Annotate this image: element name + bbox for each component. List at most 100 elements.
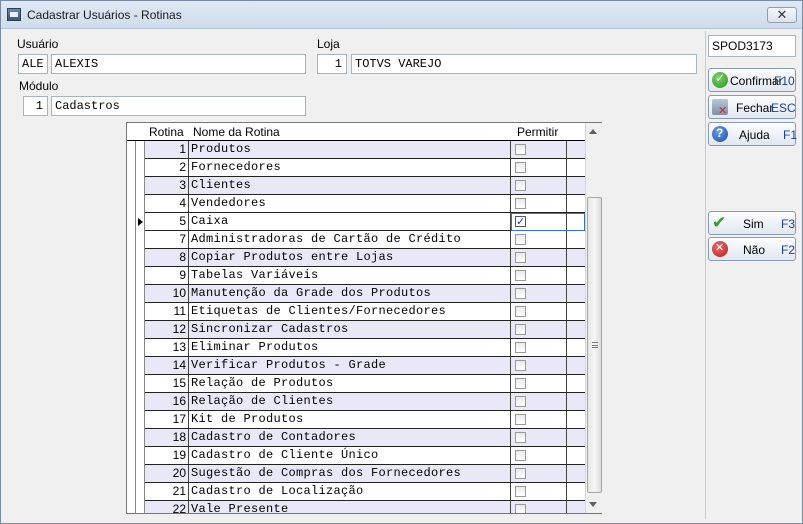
nao-label: Não (743, 243, 766, 257)
permitir-checkbox[interactable] (515, 252, 526, 263)
header-nome-da-rotina[interactable]: Nome da Rotina (193, 125, 280, 139)
usuario-name-field[interactable]: ALEXIS (51, 54, 306, 74)
rotina-name: Relação de Produtos (189, 375, 511, 392)
permitir-checkbox[interactable] (515, 234, 526, 245)
permitir-cell (511, 231, 567, 248)
permitir-cell (511, 465, 567, 482)
permitir-cell (511, 285, 567, 302)
rotina-number: 20 (145, 465, 189, 482)
permitir-checkbox[interactable] (515, 360, 526, 371)
permitir-checkbox[interactable] (515, 270, 526, 281)
table-row[interactable]: 7 Administradoras de Cartão de Crédito (145, 231, 585, 249)
confirmar-button[interactable]: Confirmar F10 (708, 68, 796, 92)
modulo-name-field[interactable]: Cadastros (51, 96, 306, 116)
table-row[interactable]: 13 Eliminar Produtos (145, 339, 585, 357)
rotina-number: 12 (145, 321, 189, 338)
permitir-checkbox[interactable] (515, 414, 526, 425)
table-row[interactable]: 5 Caixa (145, 213, 585, 231)
grid-vertical-scrollbar[interactable] (585, 123, 602, 513)
sim-button[interactable]: ✔ Sim F3 (708, 211, 796, 235)
cancel-x-icon (712, 241, 728, 257)
nao-button[interactable]: Não F2 (708, 237, 796, 261)
permitir-checkbox[interactable] (515, 324, 526, 335)
permitir-cell (511, 141, 567, 158)
permitir-checkbox[interactable] (515, 288, 526, 299)
ajuda-label: Ajuda (739, 128, 770, 142)
rotina-name: Verificar Produtos - Grade (189, 357, 511, 374)
table-row[interactable]: 10 Manutenção da Grade dos Produtos (145, 285, 585, 303)
title-bar[interactable]: Cadastrar Usuários - Rotinas ✕ (1, 1, 802, 29)
scroll-down-icon[interactable] (589, 502, 597, 507)
rotina-name: Tabelas Variáveis (189, 267, 511, 284)
rotina-number: 5 (145, 213, 189, 230)
fechar-button[interactable]: Fechar ESC (708, 95, 796, 119)
table-row[interactable]: 4 Vendedores (145, 195, 585, 213)
rotina-number: 15 (145, 375, 189, 392)
permitir-checkbox[interactable] (515, 396, 526, 407)
table-row[interactable]: 2 Fornecedores (145, 159, 585, 177)
table-row[interactable]: 1 Produtos (145, 141, 585, 159)
permitir-cell (511, 267, 567, 284)
usuario-code-field[interactable]: ALE (18, 54, 48, 74)
table-row[interactable]: 16 Relação de Clientes (145, 393, 585, 411)
loja-label: Loja (317, 37, 340, 51)
permitir-checkbox[interactable] (515, 378, 526, 389)
ajuda-button[interactable]: Ajuda F1 (708, 122, 797, 146)
table-row[interactable]: 22 Vale Presente (145, 501, 585, 513)
rotina-name: Etiquetas de Clientes/Fornecedores (189, 303, 511, 320)
permitir-checkbox[interactable] (515, 162, 526, 173)
rotina-number: 17 (145, 411, 189, 428)
permitir-cell (511, 249, 567, 266)
grid-indicator-column-2 (136, 123, 145, 513)
scrollbar-thumb[interactable] (587, 197, 602, 493)
table-row[interactable]: 17 Kit de Produtos (145, 411, 585, 429)
close-button[interactable]: ✕ (767, 7, 797, 23)
loja-code-field[interactable]: 1 (317, 54, 347, 74)
loja-name-field[interactable]: TOTVS VAREJO (351, 54, 697, 74)
table-row[interactable]: 19 Cadastro de Cliente Único (145, 447, 585, 465)
modulo-label: Módulo (19, 79, 59, 93)
permitir-checkbox[interactable] (515, 468, 526, 479)
rotinas-grid[interactable]: Rotina Nome da Rotina Permitir 1 Produtos… (126, 122, 602, 514)
rotina-name: Cadastro de Contadores (189, 429, 511, 446)
permitir-cell (511, 429, 567, 446)
permitir-checkbox[interactable] (515, 180, 526, 191)
confirmar-key: F10 (774, 74, 795, 88)
table-row[interactable]: 18 Cadastro de Contadores (145, 429, 585, 447)
table-row[interactable]: 8 Copiar Produtos entre Lojas (145, 249, 585, 267)
rotina-number: 19 (145, 447, 189, 464)
permitir-checkbox[interactable] (515, 198, 526, 209)
table-row[interactable]: 9 Tabelas Variáveis (145, 267, 585, 285)
header-permitir[interactable]: Permitir (517, 125, 558, 139)
rotina-name: Fornecedores (189, 159, 511, 176)
permitir-checkbox[interactable] (515, 432, 526, 443)
permitir-cell (511, 177, 567, 194)
permitir-cell (511, 501, 567, 513)
window-title: Cadastrar Usuários - Rotinas (27, 8, 182, 22)
program-code-field[interactable]: SPOD3173 (708, 35, 796, 57)
rotina-name: Vale Presente (189, 501, 511, 513)
scroll-up-icon[interactable] (589, 129, 597, 134)
table-row[interactable]: 20 Sugestão de Compras dos Fornecedores (145, 465, 585, 483)
rotina-name: Administradoras de Cartão de Crédito (189, 231, 511, 248)
rotina-name: Clientes (189, 177, 511, 194)
table-row[interactable]: 3 Clientes (145, 177, 585, 195)
permitir-checkbox[interactable] (515, 450, 526, 461)
permitir-checkbox[interactable] (515, 342, 526, 353)
permitir-checkbox[interactable] (515, 486, 526, 497)
table-row[interactable]: 15 Relação de Produtos (145, 375, 585, 393)
table-row[interactable]: 14 Verificar Produtos - Grade (145, 357, 585, 375)
table-row[interactable]: 21 Cadastro de Localização (145, 483, 585, 501)
permitir-checkbox[interactable] (515, 306, 526, 317)
permitir-checkbox[interactable] (515, 144, 526, 155)
table-row[interactable]: 11 Etiquetas de Clientes/Fornecedores (145, 303, 585, 321)
rotina-name: Vendedores (189, 195, 511, 212)
cadastrar-usuarios-window: Cadastrar Usuários - Rotinas ✕ Usuário A… (0, 0, 803, 524)
header-rotina[interactable]: Rotina (149, 125, 184, 139)
table-row[interactable]: 12 Sincronizar Cadastros (145, 321, 585, 339)
rotina-number: 7 (145, 231, 189, 248)
rotina-name: Sincronizar Cadastros (189, 321, 511, 338)
permitir-checkbox[interactable] (515, 504, 526, 513)
rotina-name: Copiar Produtos entre Lojas (189, 249, 511, 266)
modulo-code-field[interactable]: 1 (23, 96, 48, 116)
